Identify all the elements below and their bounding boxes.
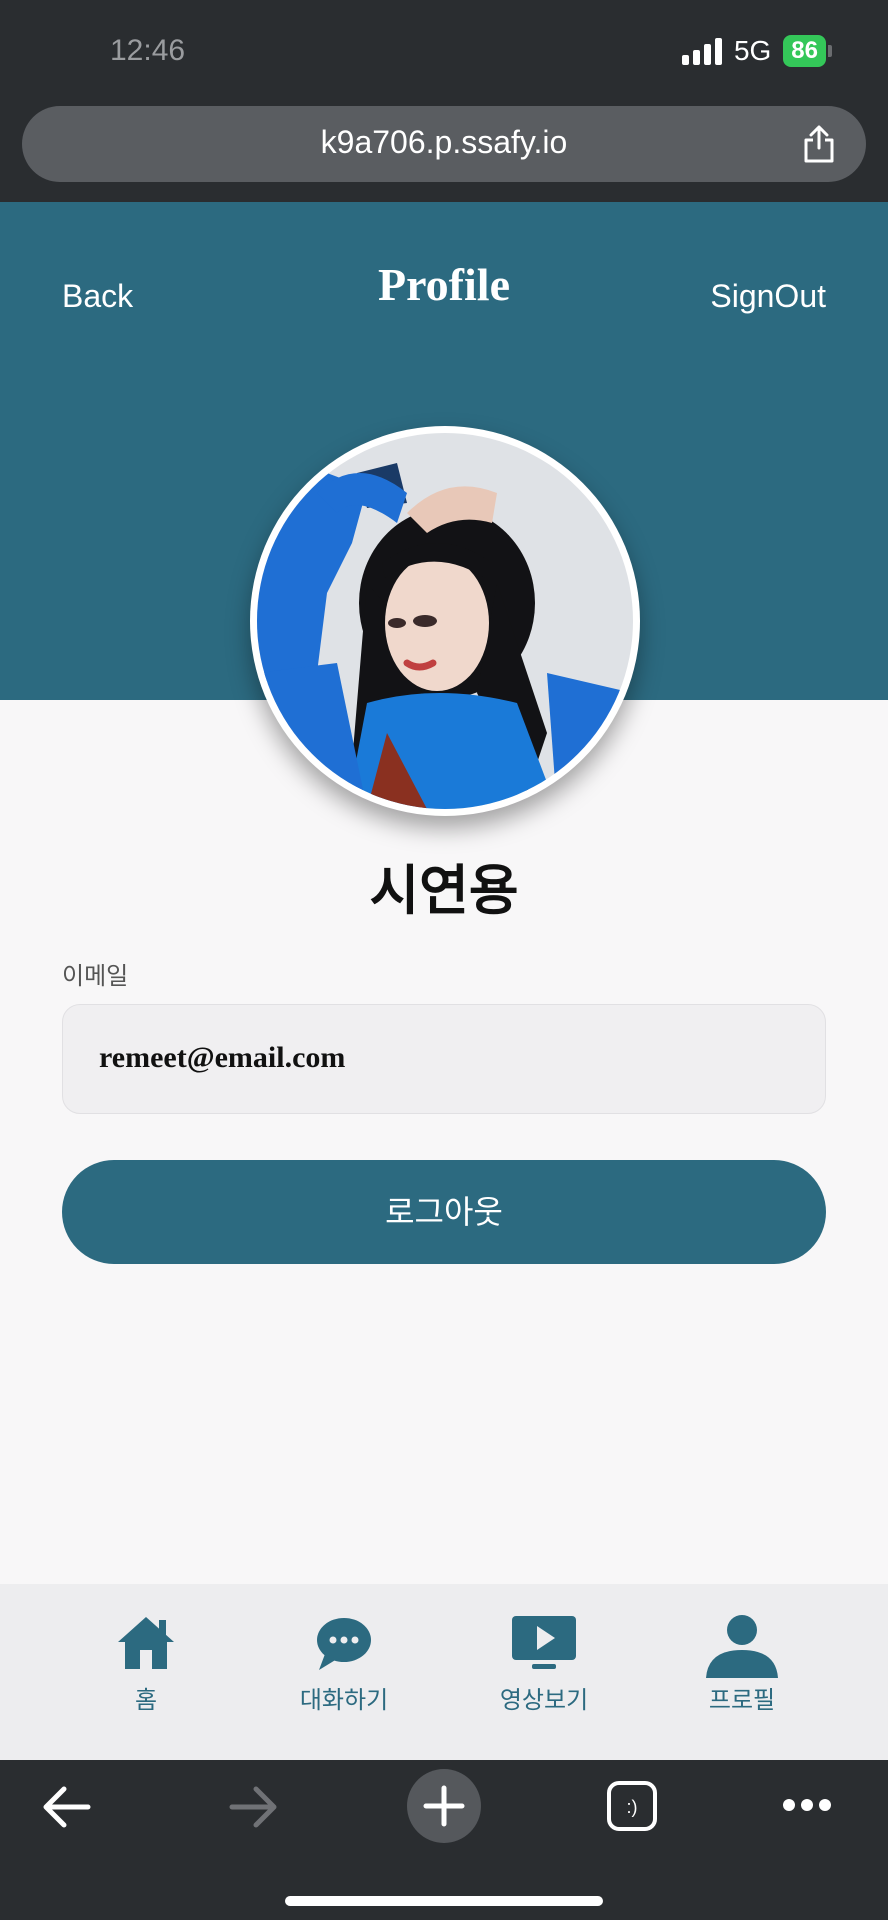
- nav-label-profile: 프로필: [708, 1686, 776, 1714]
- nav-item-video[interactable]: 영상보기: [464, 1614, 624, 1715]
- nav-item-chat[interactable]: 대화하기: [264, 1614, 424, 1715]
- status-indicators: 5G 86: [681, 34, 832, 68]
- back-arrow-icon[interactable]: [40, 1784, 92, 1830]
- new-tab-icon[interactable]: [406, 1768, 482, 1844]
- browser-top-bar: 12:46 5G 86 k9a706.p.ssafy.io: [0, 0, 888, 202]
- avatar: [250, 426, 640, 816]
- home-icon: [118, 1617, 174, 1669]
- browser-bottom-bar: :): [0, 1760, 888, 1920]
- bottom-nav: 홈 대화하기 영상보기 프로필: [0, 1584, 888, 1760]
- nav-label-chat: 대화하기: [299, 1686, 389, 1714]
- tabs-icon[interactable]: :): [606, 1780, 658, 1832]
- battery-indicator: 86: [783, 35, 832, 67]
- more-icon[interactable]: [782, 1798, 832, 1812]
- chat-icon: [317, 1618, 371, 1670]
- email-label: 이메일: [62, 962, 129, 990]
- nav-label-video: 영상보기: [499, 1686, 589, 1714]
- url-bar[interactable]: k9a706.p.ssafy.io: [22, 106, 866, 182]
- avatar-photo: [257, 433, 633, 809]
- status-time: 12:46: [110, 34, 186, 67]
- signout-button[interactable]: SignOut: [710, 278, 826, 315]
- email-value: remeet@email.com: [99, 1041, 346, 1074]
- nav-label-home: 홈: [134, 1686, 158, 1714]
- network-label: 5G: [733, 35, 772, 66]
- logout-button[interactable]: 로그아웃: [62, 1160, 826, 1264]
- url-text: k9a706.p.ssafy.io: [320, 124, 568, 160]
- video-play-icon: [512, 1616, 576, 1669]
- svg-text::): :): [627, 1797, 638, 1817]
- signal-icon: [681, 37, 722, 65]
- email-field[interactable]: remeet@email.com: [62, 1004, 826, 1114]
- nav-item-home[interactable]: 홈: [66, 1614, 226, 1715]
- share-icon[interactable]: [800, 124, 838, 164]
- home-indicator: [285, 1896, 603, 1906]
- forward-arrow-icon[interactable]: [228, 1784, 280, 1830]
- nav-item-profile[interactable]: 프로필: [662, 1614, 822, 1715]
- person-icon: [706, 1615, 778, 1678]
- user-name: 시연용: [369, 859, 519, 922]
